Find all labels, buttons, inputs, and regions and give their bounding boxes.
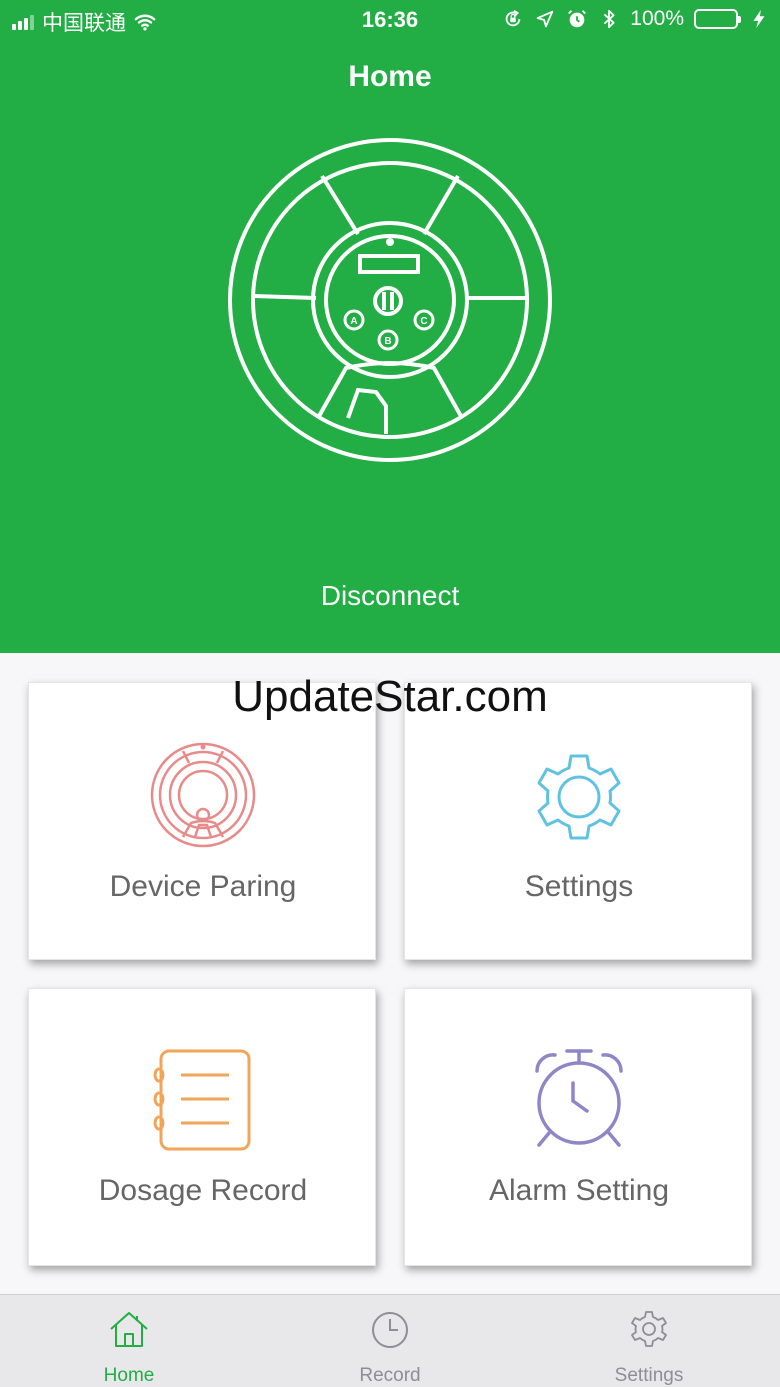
page-title: Home <box>348 60 432 93</box>
card-icon-wrap <box>29 1045 377 1153</box>
alarm-setting-card[interactable]: Alarm Setting <box>404 988 752 1266</box>
pill-dispenser-illustration: A B C <box>228 138 552 462</box>
tab-settings[interactable]: Settings <box>549 1295 749 1387</box>
tab-icon-wrap <box>290 1309 490 1349</box>
orientation-lock-icon <box>505 9 521 27</box>
tab-label: Home <box>103 1365 155 1386</box>
status-right: 100% <box>502 7 770 31</box>
card-label: Dosage Record <box>98 1174 308 1207</box>
alarm-clock-icon <box>535 1049 623 1147</box>
card-icon-wrap <box>405 745 753 849</box>
tab-icon-wrap <box>29 1309 229 1349</box>
card-label: Alarm Setting <box>488 1174 670 1207</box>
notebook-icon <box>153 1049 251 1151</box>
home-icon <box>110 1312 148 1347</box>
bluetooth-icon <box>604 9 615 29</box>
tab-bar: Home Record Settings <box>0 1294 780 1387</box>
device-pairing-card[interactable]: Device Paring <box>28 682 376 960</box>
tab-icon-wrap <box>549 1309 749 1349</box>
clock-icon <box>372 1312 408 1348</box>
svg-text:A: A <box>350 316 357 327</box>
card-icon-wrap <box>405 1045 753 1153</box>
tab-label: Settings <box>614 1365 684 1386</box>
card-label: Settings <box>524 870 634 903</box>
card-icon-wrap <box>29 741 377 849</box>
charging-bolt-icon <box>753 9 765 29</box>
tab-record[interactable]: Record <box>290 1295 490 1387</box>
hero-header: 中国联通 16:36 100% Home A B C Disconnect <box>0 0 780 653</box>
dosage-record-card[interactable]: Dosage Record <box>28 988 376 1266</box>
settings-card[interactable]: Settings <box>404 682 752 960</box>
gear-icon <box>631 1311 667 1347</box>
battery-icon <box>694 9 741 29</box>
gear-icon <box>537 754 621 840</box>
tab-home[interactable]: Home <box>29 1295 229 1387</box>
location-arrow-icon <box>537 10 554 28</box>
tab-label: Record <box>359 1365 421 1386</box>
pill-box-icon <box>150 742 256 848</box>
disconnect-button[interactable]: Disconnect <box>0 580 780 612</box>
svg-text:C: C <box>420 316 427 327</box>
alarm-icon <box>568 10 587 28</box>
svg-text:B: B <box>384 336 391 347</box>
card-label: Device Paring <box>109 870 297 903</box>
status-bar: 中国联通 16:36 100% <box>0 0 780 40</box>
battery-percent: 100% <box>630 7 684 30</box>
